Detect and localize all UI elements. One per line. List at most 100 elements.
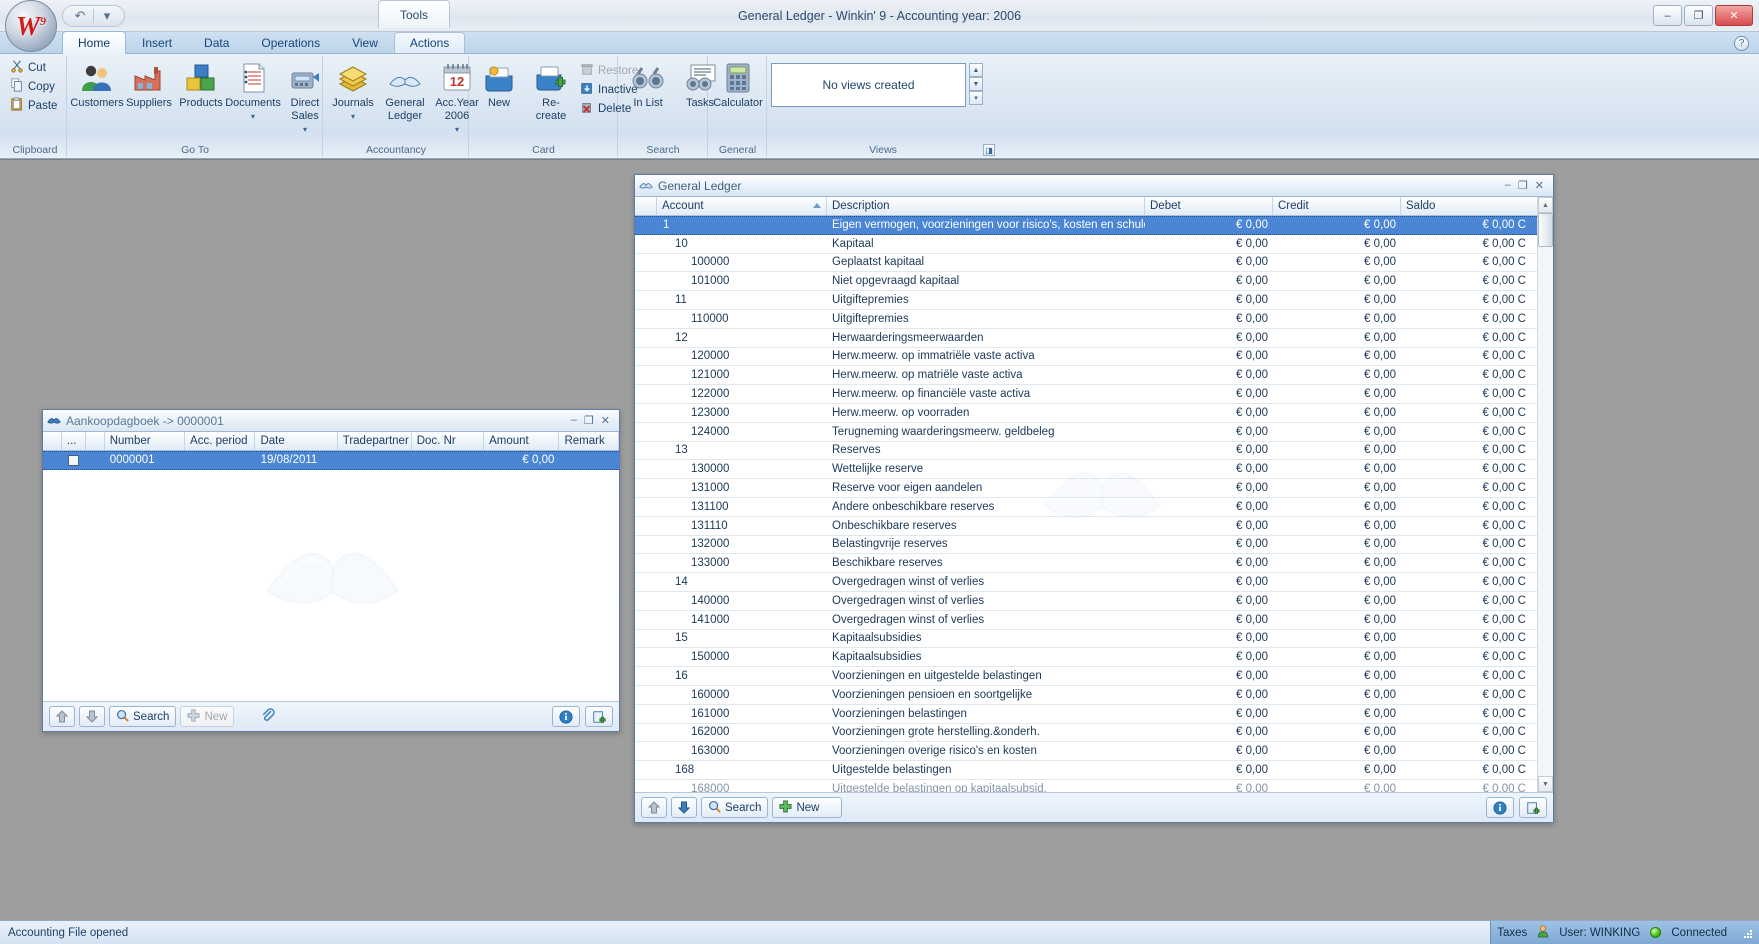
recreate-card-button[interactable]: Re-create [525, 59, 577, 125]
table-row[interactable]: 140000Overgedragen winst of verlies€ 0,0… [635, 592, 1537, 611]
resize-grip-icon[interactable] [1741, 927, 1753, 939]
table-row[interactable]: 121000Herw.meerw. op matriële vaste acti… [635, 366, 1537, 385]
table-row[interactable]: 15Kapitaalsubsidies€ 0,00€ 0,00€ 0,00 C [635, 630, 1537, 649]
tools-contextual-tab[interactable]: Tools [378, 0, 450, 28]
table-row[interactable]: 12Herwaarderingsmeerwaarden€ 0,00€ 0,00€… [635, 329, 1537, 348]
table-row[interactable]: 168000Uitgestelde belastingen op kapitaa… [635, 780, 1537, 792]
chevron-down-icon[interactable]: ▾ [351, 110, 355, 123]
tab-actions[interactable]: Actions [394, 32, 465, 53]
scroll-thumb[interactable] [1538, 213, 1553, 247]
ledger-col-saldo[interactable]: Saldo [1401, 197, 1531, 215]
minimize-button[interactable]: – [1653, 5, 1682, 26]
journal-attach-button[interactable] [254, 706, 282, 727]
journal-col-date[interactable]: Date [255, 432, 337, 450]
table-row[interactable]: 160000Voorzieningen pensioen en soortgel… [635, 686, 1537, 705]
tab-operations[interactable]: Operations [245, 32, 336, 53]
chevron-down-icon[interactable]: ▾ [455, 123, 459, 136]
journal-col-ellipsis[interactable]: ... [62, 432, 86, 450]
table-row[interactable]: 10Kapitaal€ 0,00€ 0,00€ 0,00 C [635, 235, 1537, 254]
ledger-close-button[interactable]: ✕ [1535, 179, 1544, 192]
scroll-track[interactable] [1538, 213, 1553, 776]
table-row[interactable]: 100000Geplaatst kapitaal€ 0,00€ 0,00€ 0,… [635, 254, 1537, 273]
table-row[interactable]: 141000Overgedragen winst of verlies€ 0,0… [635, 611, 1537, 630]
views-dialog-launcher[interactable]: ◨ [983, 144, 995, 156]
table-row[interactable]: 162000Voorzieningen grote herstelling.&o… [635, 724, 1537, 743]
tab-home[interactable]: Home [62, 31, 126, 54]
ledger-col-description[interactable]: Description [827, 197, 1145, 215]
journal-move-down-button[interactable] [79, 706, 105, 727]
status-taxes[interactable]: Taxes [1497, 927, 1527, 939]
new-card-button[interactable]: New [473, 59, 525, 112]
journal-new-button[interactable]: New [180, 706, 234, 727]
table-row[interactable]: 131100Andere onbeschikbare reserves€ 0,0… [635, 498, 1537, 517]
help-icon[interactable]: ? [1734, 36, 1749, 51]
journal-row-checkbox[interactable] [62, 452, 86, 469]
chevron-down-icon[interactable]: ▾ [303, 123, 307, 136]
table-row[interactable]: 131110Onbeschikbare reserves€ 0,00€ 0,00… [635, 517, 1537, 536]
table-row[interactable]: 132000Belastingvrije reserves€ 0,00€ 0,0… [635, 536, 1537, 555]
ledger-search-button[interactable]: Search [701, 797, 768, 818]
views-more-button[interactable]: ▾ [969, 91, 983, 105]
views-scroll-up-button[interactable]: ▲ [969, 63, 983, 77]
table-row[interactable]: 131000Reserve voor eigen aandelen€ 0,00€… [635, 479, 1537, 498]
table-row[interactable]: 161000Voorzieningen belastingen€ 0,00€ 0… [635, 705, 1537, 724]
in-list-button[interactable]: In List [622, 59, 674, 112]
journal-col-amount[interactable]: Amount [484, 432, 559, 450]
tab-insert[interactable]: Insert [126, 32, 188, 53]
ledger-window-titlebar[interactable]: General Ledger – ❐ ✕ [635, 175, 1553, 197]
table-row[interactable]: 16Voorzieningen en uitgestelde belasting… [635, 667, 1537, 686]
journal-maximize-button[interactable]: ❐ [584, 414, 594, 427]
journal-minimize-button[interactable]: – [571, 414, 577, 427]
ledger-col-debet[interactable]: Debet [1145, 197, 1273, 215]
journal-col-doc-nr[interactable]: Doc. Nr [412, 432, 484, 450]
journal-col-number[interactable]: Number [105, 432, 185, 450]
customers-button[interactable]: Customers [71, 59, 123, 112]
table-row[interactable]: 133000Beschikbare reserves€ 0,00€ 0,00€ … [635, 554, 1537, 573]
table-row[interactable]: 130000Wettelijke reserve€ 0,00€ 0,00€ 0,… [635, 460, 1537, 479]
ledger-col-indicator[interactable] [635, 197, 657, 215]
ledger-info-button[interactable] [1486, 797, 1514, 818]
journals-button[interactable]: Journals ▾ [327, 59, 379, 125]
table-row[interactable]: 0000001 19/08/2011 € 0,00 [43, 451, 619, 470]
table-row[interactable]: 168Uitgestelde belastingen€ 0,00€ 0,00€ … [635, 761, 1537, 780]
journal-info-button[interactable] [552, 706, 580, 727]
table-row[interactable]: 150000Kapitaalsubsidies€ 0,00€ 0,00€ 0,0… [635, 648, 1537, 667]
maximize-button[interactable]: ❐ [1684, 5, 1713, 26]
ledger-minimize-button[interactable]: – [1505, 179, 1511, 192]
views-scroll-down-button[interactable]: ▼ [969, 77, 983, 91]
journal-col-acc-period[interactable]: Acc. period [185, 432, 255, 450]
ledger-move-up-button[interactable] [641, 797, 667, 818]
journal-col-blank[interactable] [86, 432, 105, 450]
table-row[interactable]: 11Uitgiftepremies€ 0,00€ 0,00€ 0,00 C [635, 291, 1537, 310]
general-ledger-button[interactable]: General Ledger [379, 59, 431, 125]
undo-icon[interactable]: ↶ [69, 7, 91, 25]
table-row[interactable]: 14Overgedragen winst of verlies€ 0,00€ 0… [635, 573, 1537, 592]
suppliers-button[interactable]: Suppliers [123, 59, 175, 112]
table-row[interactable]: 110000Uitgiftepremies€ 0,00€ 0,00€ 0,00 … [635, 310, 1537, 329]
journal-search-button[interactable]: Search [109, 706, 176, 727]
ledger-export-button[interactable] [1519, 797, 1547, 818]
journal-col-tradepartner[interactable]: Tradepartner [338, 432, 412, 450]
documents-button[interactable]: Documents ▾ [227, 59, 279, 125]
close-button[interactable]: ✕ [1715, 5, 1753, 26]
table-row[interactable]: 163000Voorzieningen overige risico's en … [635, 742, 1537, 761]
ledger-new-button[interactable]: New [772, 797, 842, 818]
journal-export-button[interactable] [585, 706, 613, 727]
journal-close-button[interactable]: ✕ [601, 414, 610, 427]
scroll-up-button[interactable]: ▲ [1538, 197, 1553, 213]
table-row[interactable]: 1Eigen vermogen, voorzieningen voor risi… [635, 216, 1537, 235]
journal-window-titlebar[interactable]: Aankoopdagboek -> 0000001 – ❐ ✕ [43, 410, 619, 432]
table-row[interactable]: 13Reserves€ 0,00€ 0,00€ 0,00 C [635, 442, 1537, 461]
ledger-maximize-button[interactable]: ❐ [1518, 179, 1528, 192]
tab-data[interactable]: Data [188, 32, 245, 53]
cut-button[interactable]: Cut [7, 58, 49, 77]
table-row[interactable]: 122000Herw.meerw. op financiële vaste ac… [635, 385, 1537, 404]
ledger-vertical-scrollbar[interactable]: ▲ ▼ [1537, 197, 1553, 792]
ledger-col-account[interactable]: Account [657, 197, 827, 215]
copy-button[interactable]: Copy [7, 77, 58, 96]
ledger-move-down-button[interactable] [671, 797, 697, 818]
ledger-col-credit[interactable]: Credit [1273, 197, 1401, 215]
views-list[interactable]: No views created [771, 63, 966, 107]
table-row[interactable]: 124000Terugneming waarderingsmeerw. geld… [635, 423, 1537, 442]
chevron-down-icon[interactable]: ▾ [251, 110, 255, 123]
